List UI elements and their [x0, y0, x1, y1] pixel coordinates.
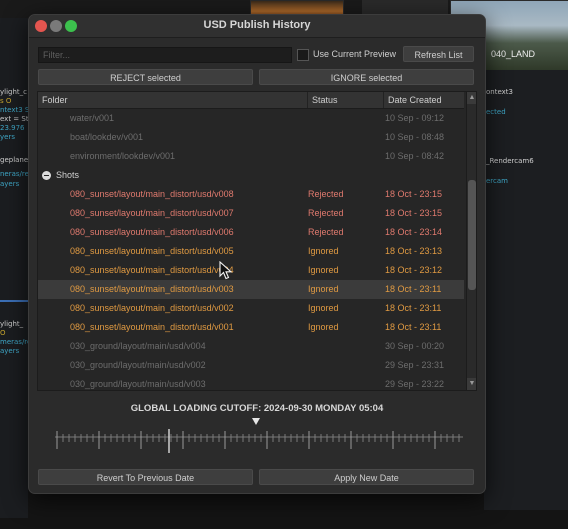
background-node-label: _Rendercam6 [486, 157, 534, 165]
background-node-label: 23.976 [0, 124, 25, 132]
date-cell: 18 Oct - 23:15 [385, 189, 443, 199]
status-cell: Rejected [308, 208, 344, 218]
table-row[interactable]: 080_sunset/layout/main_distort/usd/v006 R… [38, 223, 464, 242]
filter-input[interactable] [38, 47, 292, 63]
table-scrollbar[interactable]: ▲ ▼ [466, 92, 476, 390]
date-cell: 18 Oct - 23:12 [385, 265, 443, 275]
date-cell: 18 Oct - 23:11 [385, 303, 442, 313]
date-cell: 30 Sep - 00:20 [385, 341, 445, 351]
revert-to-previous-date-button[interactable]: Revert To Previous Date [38, 469, 253, 485]
folder-cell: 080_sunset/layout/main_distort/usd/v001 [70, 322, 234, 332]
background-node-label: ayers [0, 347, 20, 355]
background-node-label: ontext3 [486, 88, 513, 96]
background-node-label: yers [0, 133, 15, 141]
table-row[interactable]: water/v001 10 Sep - 09:12 [38, 109, 464, 128]
date-cell: 18 Oct - 23:15 [385, 208, 443, 218]
collapse-icon[interactable] [42, 171, 51, 180]
folder-cell: 080_sunset/layout/main_distort/usd/v008 [70, 189, 234, 199]
table-header: Folder Status Date Created [38, 92, 464, 109]
folder-cell: 030_ground/layout/main/usd/v002 [70, 360, 206, 370]
column-header-status[interactable]: Status [308, 92, 384, 108]
background-node-label: ected [486, 108, 506, 116]
window-title: USD Publish History [203, 19, 311, 31]
ignore-selected-button[interactable]: IGNORE selected [259, 69, 474, 85]
table-row[interactable]: 030_ground/layout/main/usd/v004 30 Sep - … [38, 337, 464, 356]
table-row[interactable]: boat/lookdev/v001 10 Sep - 08:48 [38, 128, 464, 147]
background-node-label: ylight_ [0, 320, 24, 328]
thumbnail-label: 040_LAND [491, 49, 536, 59]
table-row[interactable]: 080_sunset/layout/main_distort/usd/v007 R… [38, 204, 464, 223]
status-cell: Ignored [308, 284, 339, 294]
status-cell: Rejected [308, 189, 344, 199]
folder-cell: 030_ground/layout/main/usd/v004 [70, 341, 206, 351]
apply-new-date-button[interactable]: Apply New Date [259, 469, 474, 485]
folder-cell: 080_sunset/layout/main_distort/usd/v007 [70, 208, 234, 218]
background-connection-line [0, 300, 28, 302]
global-loading-cutoff-label: GLOBAL LOADING CUTOFF: 2024-09-30 MONDAY… [130, 403, 384, 414]
title-bar[interactable]: USD Publish History [29, 15, 485, 38]
table-row[interactable]: environment/lookdev/v001 10 Sep - 08:42 [38, 147, 464, 166]
table-row[interactable]: 080_sunset/layout/main_distort/usd/v005 I… [38, 242, 464, 261]
date-cell: 10 Sep - 08:42 [385, 151, 445, 161]
background-node-label: s O [0, 97, 12, 105]
folder-cell: 030_ground/layout/main/usd/v003 [70, 379, 206, 389]
column-header-date-created[interactable]: Date Created [384, 92, 464, 108]
background-node-label: ayers [0, 180, 20, 188]
folder-cell: boat/lookdev/v001 [70, 132, 144, 142]
use-current-preview-checkbox[interactable] [297, 49, 309, 61]
date-cell: 18 Oct - 23:11 [385, 284, 442, 294]
timeline-ruler[interactable] [55, 429, 463, 455]
table-row[interactable]: 080_sunset/layout/main_distort/usd/v003 I… [38, 280, 464, 299]
folder-cell: 080_sunset/layout/main_distort/usd/v003 [70, 284, 234, 294]
cutoff-marker-icon[interactable] [252, 418, 260, 425]
date-cell: 18 Oct - 23:11 [385, 322, 442, 332]
group-row-shots[interactable]: Shots [38, 166, 464, 185]
date-cell: 18 Oct - 23:14 [385, 227, 443, 237]
date-cell: 18 Oct - 23:13 [385, 246, 443, 256]
scroll-down-arrow-icon[interactable]: ▼ [467, 378, 476, 390]
date-cell: 10 Sep - 09:12 [385, 113, 445, 123]
folder-cell: water/v001 [70, 113, 115, 123]
scroll-up-arrow-icon[interactable]: ▲ [467, 92, 476, 104]
background-node-graph-right [484, 70, 568, 510]
status-cell: Ignored [308, 246, 339, 256]
table-body: water/v001 10 Sep - 09:12 boat/lookdev/v00… [38, 109, 464, 390]
background-node-label: ylight_c [0, 88, 28, 96]
scrollbar-thumb[interactable] [468, 180, 476, 290]
folder-cell: environment/lookdev/v001 [70, 151, 176, 161]
table-row[interactable]: 030_ground/layout/main/usd/v002 29 Sep - … [38, 356, 464, 375]
table-row[interactable]: 030_ground/layout/main/usd/v003 29 Sep - … [38, 375, 464, 390]
usd-publish-history-dialog: USD Publish History Use Current Preview … [28, 14, 486, 494]
mouse-pointer-icon [219, 261, 233, 280]
folder-cell: 080_sunset/layout/main_distort/usd/v006 [70, 227, 234, 237]
group-label: Shots [56, 170, 80, 180]
status-cell: Ignored [308, 303, 339, 313]
folder-cell: 080_sunset/layout/main_distort/usd/v002 [70, 303, 234, 313]
table-row[interactable]: 080_sunset/layout/main_distort/usd/v008 R… [38, 185, 464, 204]
folder-cell: 080_sunset/layout/main_distort/usd/v005 [70, 246, 234, 256]
status-cell: Ignored [308, 265, 339, 275]
column-header-folder[interactable]: Folder [38, 92, 308, 108]
background-node-label: O [0, 329, 6, 337]
refresh-list-button[interactable]: Refresh List [403, 46, 474, 62]
background-node-label: ercam [486, 177, 508, 185]
date-cell: 29 Sep - 23:22 [385, 379, 445, 389]
use-current-preview-label: Use Current Preview [313, 49, 397, 59]
table-row[interactable]: 080_sunset/layout/main_distort/usd/v004 I… [38, 261, 464, 280]
table-row[interactable]: 080_sunset/layout/main_distort/usd/v002 I… [38, 299, 464, 318]
reject-selected-button[interactable]: REJECT selected [38, 69, 253, 85]
status-cell: Rejected [308, 227, 344, 237]
publish-history-table: Folder Status Date Created water/v001 10 … [37, 91, 477, 391]
date-cell: 29 Sep - 23:31 [385, 360, 445, 370]
background-node-label: geplane [0, 156, 29, 164]
table-row[interactable]: 080_sunset/layout/main_distort/usd/v001 I… [38, 318, 464, 337]
folder-cell: 080_sunset/layout/main_distort/usd/v004 [70, 265, 234, 275]
date-cell: 10 Sep - 08:48 [385, 132, 445, 142]
status-cell: Ignored [308, 322, 339, 332]
